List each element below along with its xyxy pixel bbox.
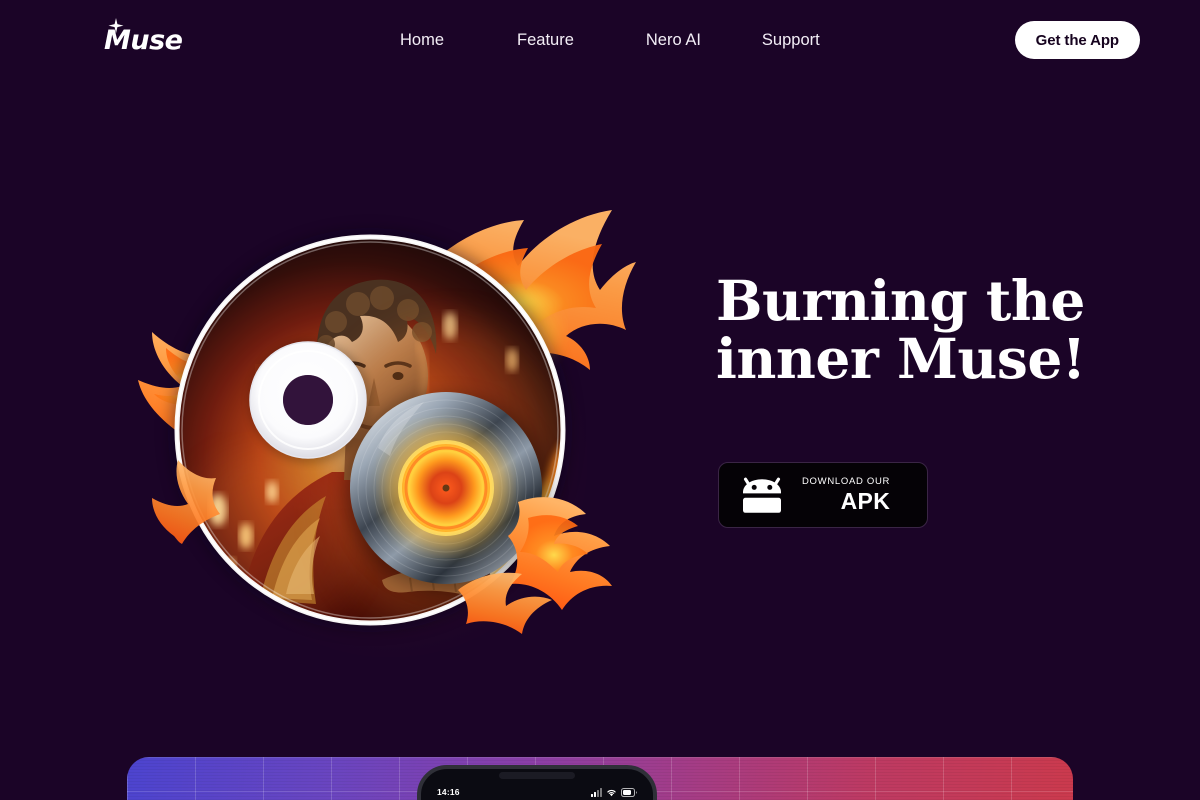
- flame-graphic-bottom-right: [508, 497, 612, 610]
- nav-item-home[interactable]: Home: [400, 28, 444, 52]
- android-robot-icon: [743, 477, 781, 513]
- phone-status-bar: 14:16: [421, 783, 653, 800]
- wifi-icon: [607, 789, 616, 796]
- logo[interactable]: Muse: [104, 18, 194, 62]
- cd-center-hub: [248, 340, 372, 464]
- nav-item-feature[interactable]: Feature: [517, 28, 574, 52]
- apk-sub-label: DOWNLOAD OUR: [802, 475, 891, 487]
- page-title: Burning the inner Muse!: [716, 268, 1086, 391]
- hero-copy: Burning the inner Muse!: [716, 272, 1136, 388]
- site-header: Muse Home Feature Nero AI Support Get th…: [0, 0, 1200, 80]
- hero-artwork: [120, 180, 640, 650]
- landing-page: Muse Home Feature Nero AI Support Get th…: [0, 0, 1200, 800]
- phone-notch: [499, 772, 575, 779]
- download-apk-button[interactable]: DOWNLOAD OUR APK: [718, 462, 928, 528]
- phone-status-time: 14:16: [437, 787, 460, 797]
- apk-main-label: APK: [840, 488, 891, 515]
- burning-cd-artwork: [138, 210, 636, 634]
- phone-status-icons: [591, 787, 637, 797]
- logo-text: Muse: [104, 25, 183, 56]
- nav-item-nero-ai[interactable]: Nero AI: [646, 28, 701, 52]
- apk-button-labels: DOWNLOAD OUR APK: [802, 477, 890, 514]
- nav-item-support[interactable]: Support: [762, 28, 820, 52]
- battery-icon: [621, 787, 637, 797]
- phone-mockup: 14:16: [417, 765, 657, 800]
- get-the-app-button[interactable]: Get the App: [1014, 21, 1140, 59]
- main-navigation: Home Feature Nero AI Support: [400, 28, 820, 52]
- cellular-signal-icon: [591, 787, 602, 797]
